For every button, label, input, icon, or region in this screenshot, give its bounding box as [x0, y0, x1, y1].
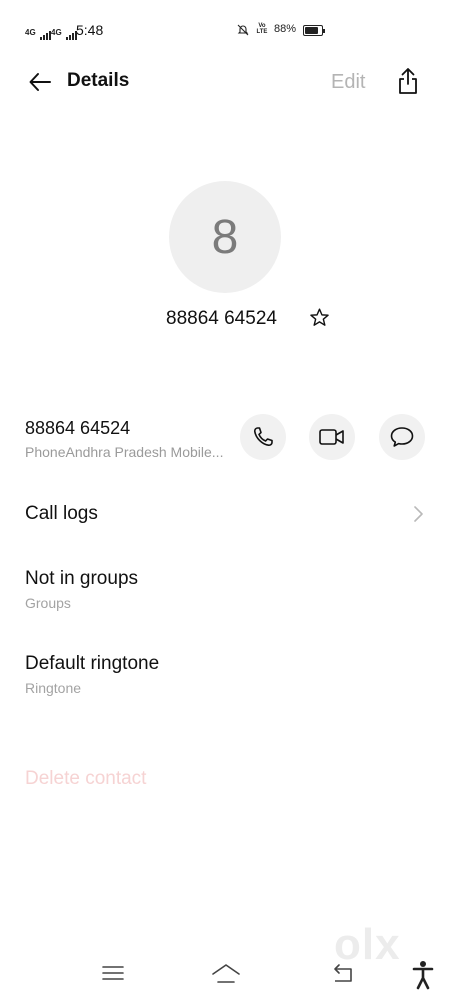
back-icon[interactable]: [331, 961, 357, 985]
sim2-signal-icon: 4G: [51, 22, 78, 40]
volte-icon: Vo LTE: [255, 23, 269, 35]
message-bubble-icon: [390, 427, 414, 447]
accessibility-icon[interactable]: [412, 960, 434, 990]
phone-label: PhoneAndhra Pradesh Mobile...: [25, 444, 224, 460]
chevron-right-icon: [414, 506, 423, 522]
call-logs-label: Call logs: [25, 503, 98, 524]
menu-icon[interactable]: [101, 963, 125, 983]
clock: 5:48: [76, 22, 104, 38]
delete-contact-button[interactable]: Delete contact: [25, 768, 146, 790]
groups-title: Not in groups: [25, 568, 139, 589]
share-icon[interactable]: [396, 67, 420, 95]
ringtone-row[interactable]: Default ringtone Ringtone: [0, 645, 450, 705]
status-bar: 4G 4G 5:48 Vo LTE 88%: [0, 0, 450, 60]
avatar-initial: 8: [211, 210, 239, 264]
call-logs-row[interactable]: Call logs: [0, 495, 450, 535]
sim2-network-label: 4G: [51, 28, 62, 37]
call-button[interactable]: [240, 414, 286, 460]
phone-number[interactable]: 88864 64524: [25, 418, 130, 439]
ringtone-title: Default ringtone: [25, 653, 160, 674]
avatar: 8: [169, 181, 281, 293]
battery-percent: 88%: [274, 23, 297, 35]
video-icon: [319, 429, 344, 445]
mute-bell-icon: [237, 24, 249, 36]
star-outline-icon[interactable]: [309, 307, 330, 328]
volte-label-bottom: LTE: [256, 29, 268, 35]
battery-icon: [303, 25, 325, 36]
message-button[interactable]: [379, 414, 425, 460]
contact-name: 88864 64524: [166, 308, 277, 329]
arrow-left-icon[interactable]: [28, 70, 52, 94]
video-call-button[interactable]: [309, 414, 355, 460]
sim1-network-label: 4G: [25, 28, 36, 37]
ringtone-subtitle: Ringtone: [25, 680, 82, 696]
phone-icon: [253, 427, 273, 447]
page-title: Details: [67, 70, 130, 91]
groups-row[interactable]: Not in groups Groups: [0, 560, 450, 620]
groups-subtitle: Groups: [25, 595, 71, 611]
home-icon[interactable]: [210, 961, 242, 985]
sim1-signal-icon: 4G: [25, 22, 52, 40]
edit-button[interactable]: Edit: [331, 71, 365, 94]
